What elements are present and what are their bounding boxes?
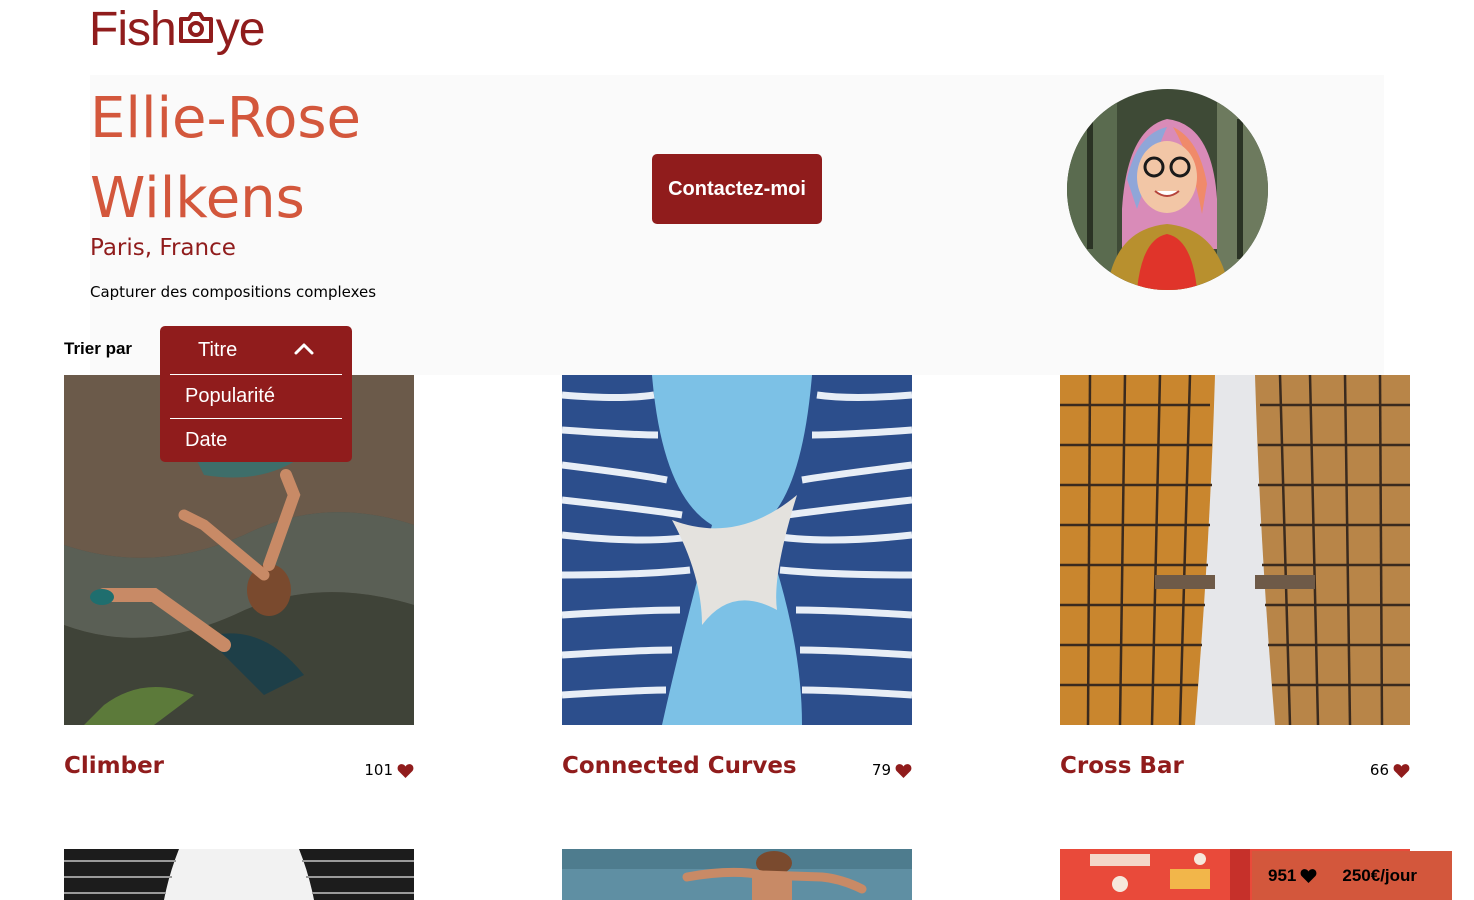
media-thumbnail[interactable] [64,849,414,900]
sort-option-label: Titre [198,338,238,361]
heart-icon[interactable] [895,763,912,778]
media-like-count: 101 [364,761,393,779]
sort-option-label: Popularité [185,384,276,407]
media-like-count: 79 [871,761,891,779]
heart-icon [1300,869,1317,883]
logo-text-right: ye [215,2,266,56]
sort-option-label: Date [185,428,228,451]
media-like-count: 66 [1369,761,1389,779]
media-title: Connected Curves [562,753,797,779]
logo-text-left: Fish [89,2,177,56]
daily-price: 250€/jour [1342,865,1418,885]
photographer-name-line2: Wilkens [90,166,305,231]
sort-option-popularite[interactable]: Popularité [160,374,352,418]
media-thumbnail[interactable] [1060,375,1410,725]
media-likes: 101 [364,761,414,779]
media-thumbnail[interactable] [562,375,912,725]
sort-label: Trier par [64,339,133,358]
photographer-location: Paris, France [90,235,236,261]
media-thumbnail[interactable] [562,849,912,900]
contact-button[interactable]: Contactez-moi [652,154,822,224]
media-likes: 79 [872,761,912,779]
media-title: Cross Bar [1060,753,1184,779]
fisheye-logo[interactable]: Fish ye [89,2,266,56]
sort-option-titre[interactable]: Titre [160,328,352,372]
photographer-tagline: Capturer des compositions complexes [90,283,377,301]
chevron-up-icon[interactable] [293,340,315,356]
sort-option-date[interactable]: Date [160,418,352,462]
photographer-name: Ellie-Rose Wilkens [90,79,610,239]
heart-icon[interactable] [397,763,414,778]
likes-price-summary: 951 250€/jour [1252,851,1452,900]
total-likes: 951 [1268,866,1317,886]
photographer-portrait [1067,89,1268,290]
camera-icon [178,12,213,43]
media-likes: 66 [1370,761,1410,779]
total-likes-count: 951 [1268,865,1297,885]
sort-dropdown[interactable]: Titre Popularité Date [160,326,352,462]
media-title: Climber [64,753,165,779]
photographer-name-line1: Ellie-Rose [90,86,362,151]
heart-icon[interactable] [1393,763,1410,778]
